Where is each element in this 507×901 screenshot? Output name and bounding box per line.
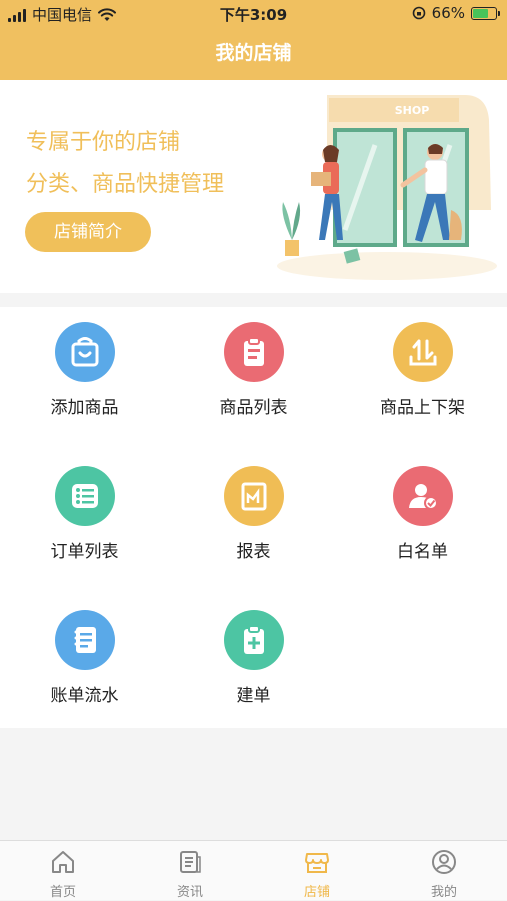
shop-illustration: SHOP <box>277 95 497 280</box>
battery-icon <box>471 6 500 20</box>
menu-item-label: 白名单 <box>397 542 448 562</box>
shopping-bag-icon <box>55 322 115 382</box>
banner-headline: 专属于你的店铺 <box>26 130 181 155</box>
menu-item-label: 添加商品 <box>50 398 119 418</box>
profile-icon <box>432 850 456 874</box>
menu-item-add-product[interactable]: 添加商品 <box>0 307 169 447</box>
menu-item-label: 商品上下架 <box>380 398 465 418</box>
menu-item-order-list[interactable]: 订单列表 <box>0 451 169 591</box>
menu-item-label: 建单 <box>236 686 271 706</box>
menu-item-whitelist[interactable]: 白名单 <box>338 451 507 591</box>
tab-store[interactable]: 店铺 <box>254 841 380 901</box>
tab-label: 首页 <box>49 885 76 900</box>
shop-menu-grid: 添加商品 商品列表 商品上下架 订单列表 报表 白名单 账单流水 建单 <box>0 307 507 728</box>
tab-label: 店铺 <box>303 885 330 900</box>
tab-home[interactable]: 首页 <box>0 841 126 901</box>
battery-percent: 66% <box>431 4 465 22</box>
menu-item-label: 商品列表 <box>219 398 288 418</box>
page-title: 我的店铺 <box>215 42 292 64</box>
create-order-icon <box>224 610 284 670</box>
news-icon <box>180 851 201 873</box>
bottom-tab-bar: 首页 资讯 店铺 我的 <box>0 840 507 900</box>
menu-item-label: 订单列表 <box>50 542 119 562</box>
banner: 专属于你的店铺 分类、商品快捷管理 店铺简介 SHOP <box>0 80 507 293</box>
store-icon <box>305 853 329 873</box>
tab-label: 资讯 <box>176 885 203 900</box>
user-check-icon <box>393 466 453 526</box>
list-icon <box>55 466 115 526</box>
menu-item-shelve-products[interactable]: 商品上下架 <box>338 307 507 447</box>
menu-item-label: 报表 <box>236 542 271 562</box>
banner-subheadline: 分类、商品快捷管理 <box>26 172 225 197</box>
top-bar: 中国电信 下午3:09 66% 我的店铺 <box>0 0 507 80</box>
menu-item-create-order[interactable]: 建单 <box>169 595 338 735</box>
menu-item-label: 账单流水 <box>50 686 119 706</box>
shop-sign-text: SHOP <box>395 104 430 117</box>
clipboard-list-icon <box>224 322 284 382</box>
bill-icon <box>55 610 115 670</box>
shop-intro-button[interactable]: 店铺简介 <box>25 212 151 252</box>
rotation-lock-icon <box>412 6 425 20</box>
tab-label: 我的 <box>430 885 457 900</box>
menu-item-product-list[interactable]: 商品列表 <box>169 307 338 447</box>
menu-item-billing[interactable]: 账单流水 <box>0 595 169 735</box>
upload-download-icon <box>393 322 453 382</box>
status-bar: 中国电信 下午3:09 66% <box>0 0 507 28</box>
tab-news[interactable]: 资讯 <box>127 841 253 901</box>
tab-profile[interactable]: 我的 <box>381 841 507 901</box>
menu-item-report[interactable]: 报表 <box>169 451 338 591</box>
home-icon <box>52 851 74 873</box>
report-chart-icon <box>224 466 284 526</box>
